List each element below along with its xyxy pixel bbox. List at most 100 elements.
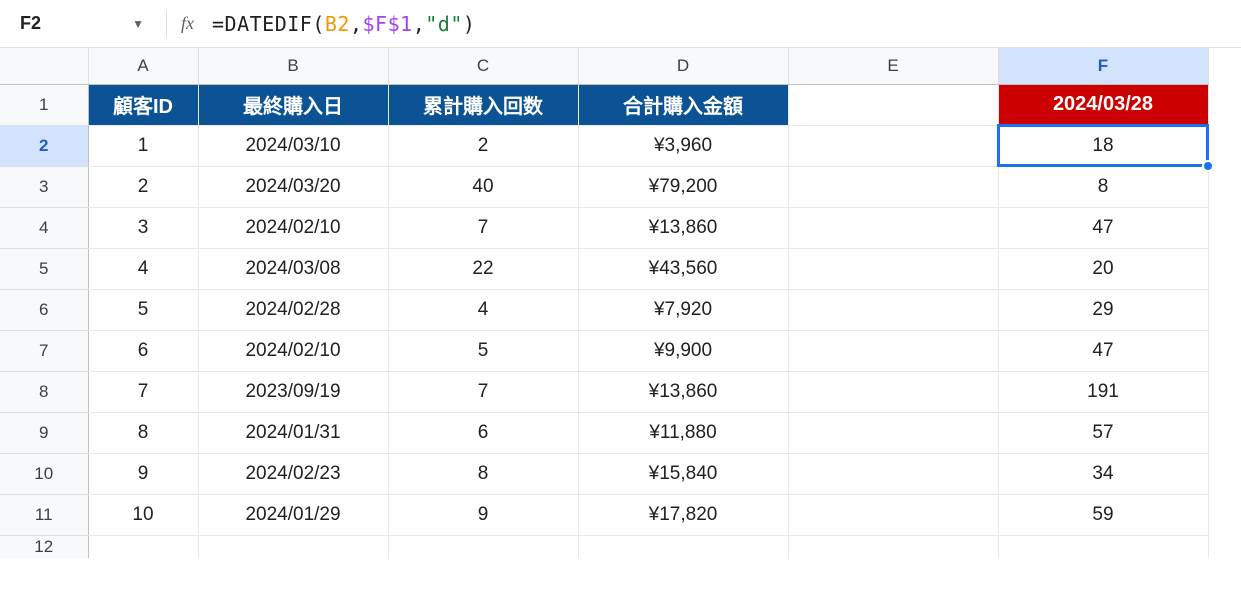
cell-F3[interactable]: 8 xyxy=(998,166,1208,207)
name-box[interactable]: F2 ▼ xyxy=(12,13,152,34)
cell-B11[interactable]: 2024/01/29 xyxy=(198,494,388,535)
cell-E11[interactable] xyxy=(788,494,998,535)
cell-A3[interactable]: 2 xyxy=(88,166,198,207)
row-head-2[interactable]: 2 xyxy=(0,125,88,166)
cell-D7[interactable]: ¥9,900 xyxy=(578,330,788,371)
cell-D4[interactable]: ¥13,860 xyxy=(578,207,788,248)
cell-D1[interactable]: 合計購入金額 xyxy=(578,84,788,125)
fx-icon: fx xyxy=(181,13,194,34)
cell-B12[interactable] xyxy=(198,535,388,558)
cell-E7[interactable] xyxy=(788,330,998,371)
cell-E3[interactable] xyxy=(788,166,998,207)
cell-E10[interactable] xyxy=(788,453,998,494)
cell-B1[interactable]: 最終購入日 xyxy=(198,84,388,125)
cell-C5[interactable]: 22 xyxy=(388,248,578,289)
cell-F8[interactable]: 191 xyxy=(998,371,1208,412)
cell-D10[interactable]: ¥15,840 xyxy=(578,453,788,494)
cell-E4[interactable] xyxy=(788,207,998,248)
cell-F5[interactable]: 20 xyxy=(998,248,1208,289)
cell-D2[interactable]: ¥3,960 xyxy=(578,125,788,166)
cell-B6[interactable]: 2024/02/28 xyxy=(198,289,388,330)
formula-input[interactable]: =DATEDIF( B2 , $F$1 , "d" ) xyxy=(212,12,475,36)
row-head-10[interactable]: 10 xyxy=(0,453,88,494)
row-head-12[interactable]: 12 xyxy=(0,535,88,558)
cell-D5[interactable]: ¥43,560 xyxy=(578,248,788,289)
cell-E6[interactable] xyxy=(788,289,998,330)
cell-D9[interactable]: ¥11,880 xyxy=(578,412,788,453)
cell-F7[interactable]: 47 xyxy=(998,330,1208,371)
row-head-9[interactable]: 9 xyxy=(0,412,88,453)
row-head-11[interactable]: 11 xyxy=(0,494,88,535)
cell-A8[interactable]: 7 xyxy=(88,371,198,412)
cell-F9[interactable]: 57 xyxy=(998,412,1208,453)
cell-C9[interactable]: 6 xyxy=(388,412,578,453)
cell-C3[interactable]: 40 xyxy=(388,166,578,207)
row-head-5[interactable]: 5 xyxy=(0,248,88,289)
cell-C10[interactable]: 8 xyxy=(388,453,578,494)
col-head-B[interactable]: B xyxy=(198,48,388,84)
col-head-F[interactable]: F xyxy=(998,48,1208,84)
cell-B2[interactable]: 2024/03/10 xyxy=(198,125,388,166)
cell-E8[interactable] xyxy=(788,371,998,412)
cell-C8[interactable]: 7 xyxy=(388,371,578,412)
row-head-8[interactable]: 8 xyxy=(0,371,88,412)
cell-A4[interactable]: 3 xyxy=(88,207,198,248)
col-head-A[interactable]: A xyxy=(88,48,198,84)
cell-F1[interactable]: 2024/03/28 xyxy=(998,84,1208,125)
cell-F4[interactable]: 47 xyxy=(998,207,1208,248)
cell-A11[interactable]: 10 xyxy=(88,494,198,535)
col-head-E[interactable]: E xyxy=(788,48,998,84)
cell-F10[interactable]: 34 xyxy=(998,453,1208,494)
formula-arg3: "d" xyxy=(425,12,463,36)
cell-B3[interactable]: 2024/03/20 xyxy=(198,166,388,207)
cell-C6[interactable]: 4 xyxy=(388,289,578,330)
cell-D6[interactable]: ¥7,920 xyxy=(578,289,788,330)
cell-D8[interactable]: ¥13,860 xyxy=(578,371,788,412)
formula-comma2: , xyxy=(413,12,426,36)
chevron-down-icon[interactable]: ▼ xyxy=(132,17,144,31)
cell-B7[interactable]: 2024/02/10 xyxy=(198,330,388,371)
cell-E12[interactable] xyxy=(788,535,998,558)
cell-A10[interactable]: 9 xyxy=(88,453,198,494)
cell-A9[interactable]: 8 xyxy=(88,412,198,453)
cell-D3[interactable]: ¥79,200 xyxy=(578,166,788,207)
cell-A2[interactable]: 1 xyxy=(88,125,198,166)
divider xyxy=(166,10,167,38)
row-head-3[interactable]: 3 xyxy=(0,166,88,207)
cell-E1[interactable] xyxy=(788,84,998,125)
cell-A1[interactable]: 顧客ID xyxy=(88,84,198,125)
cell-F2[interactable]: 18 xyxy=(998,125,1208,166)
cell-B8[interactable]: 2023/09/19 xyxy=(198,371,388,412)
cell-C4[interactable]: 7 xyxy=(388,207,578,248)
row-head-1[interactable]: 1 xyxy=(0,84,88,125)
selection-handle[interactable] xyxy=(1202,160,1214,172)
cell-B10[interactable]: 2024/02/23 xyxy=(198,453,388,494)
col-head-C[interactable]: C xyxy=(388,48,578,84)
cell-A6[interactable]: 5 xyxy=(88,289,198,330)
cell-C2[interactable]: 2 xyxy=(388,125,578,166)
cell-B5[interactable]: 2024/03/08 xyxy=(198,248,388,289)
cell-B4[interactable]: 2024/02/10 xyxy=(198,207,388,248)
cell-D12[interactable] xyxy=(578,535,788,558)
cell-C7[interactable]: 5 xyxy=(388,330,578,371)
cell-F12[interactable] xyxy=(998,535,1208,558)
cell-C11[interactable]: 9 xyxy=(388,494,578,535)
cell-A5[interactable]: 4 xyxy=(88,248,198,289)
cell-E5[interactable] xyxy=(788,248,998,289)
cell-A7[interactable]: 6 xyxy=(88,330,198,371)
cell-E2[interactable] xyxy=(788,125,998,166)
row-head-7[interactable]: 7 xyxy=(0,330,88,371)
row-head-4[interactable]: 4 xyxy=(0,207,88,248)
cell-D11[interactable]: ¥17,820 xyxy=(578,494,788,535)
cell-F6[interactable]: 29 xyxy=(998,289,1208,330)
cell-F11[interactable]: 59 xyxy=(998,494,1208,535)
cell-B9[interactable]: 2024/01/31 xyxy=(198,412,388,453)
spreadsheet-grid[interactable]: ABCDEF1顧客ID最終購入日累計購入回数合計購入金額2024/03/2821… xyxy=(0,48,1241,558)
cell-C1[interactable]: 累計購入回数 xyxy=(388,84,578,125)
row-head-6[interactable]: 6 xyxy=(0,289,88,330)
cell-A12[interactable] xyxy=(88,535,198,558)
select-all-corner[interactable] xyxy=(0,48,88,84)
cell-C12[interactable] xyxy=(388,535,578,558)
cell-E9[interactable] xyxy=(788,412,998,453)
col-head-D[interactable]: D xyxy=(578,48,788,84)
